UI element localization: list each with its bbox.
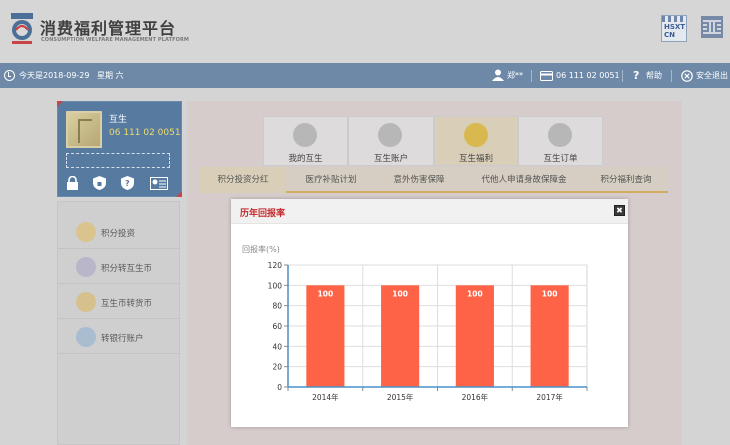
sidebar-item-label: 转银行账户: [101, 334, 144, 344]
annual-return-dialog: 历年回报率 ✖ 回报率(%) 0 20 40 60 80 100 120 100 2014年 100…: [231, 199, 628, 427]
bar-data-label: 100: [467, 289, 483, 298]
bank-card-icon: [76, 327, 96, 347]
user-icon: [492, 69, 504, 81]
date-text: 今天是2018-09-29: [19, 71, 90, 80]
header: 消费福利管理平台 CONSUMPTION WELFARE MANAGEMENT …: [0, 0, 730, 63]
help-icon[interactable]: ?: [633, 63, 639, 88]
user-name[interactable]: 郑**: [507, 63, 523, 88]
y-tick-label: 40: [272, 342, 282, 351]
subtab-accident-protection[interactable]: 意外伤害保障: [376, 167, 462, 193]
sidebar-menu: 积分投资 积分转互生币 互生币转货币 转银行账户: [57, 201, 180, 445]
y-tick-label: 20: [272, 363, 282, 372]
profile-actions: ?: [66, 176, 174, 191]
tab-label: 互生订单: [543, 154, 578, 164]
tab-hs-orders[interactable]: 互生订单: [518, 116, 603, 166]
sidebar-item-label: 积分投资: [101, 229, 136, 239]
brand-subtitle: CONSUMPTION WELFARE MANAGEMENT PLATFORM: [41, 37, 189, 43]
x-tick-label: 2016年: [462, 392, 489, 402]
subtab-death-benefit[interactable]: 代他人申请身故保障金: [464, 167, 584, 193]
tab-hs-welfare[interactable]: 互生福利: [434, 116, 518, 166]
profile-number: 06 111 02 0051: [109, 128, 181, 138]
bar: [306, 285, 345, 387]
logo-icon: [11, 13, 33, 44]
tab-my-hs[interactable]: 我的互生: [263, 116, 348, 166]
sidebar-item-points-invest[interactable]: 积分投资: [58, 215, 179, 249]
account-icon: [378, 123, 402, 147]
y-tick-label: 100: [268, 281, 283, 290]
subtab-medical-subsidy[interactable]: 医疗补贴计划: [288, 167, 374, 193]
qr-code-icon[interactable]: [701, 16, 723, 38]
y-tick-label: 60: [272, 322, 282, 331]
tab-hs-account[interactable]: 互生账户: [348, 116, 434, 166]
y-tick-label: 80: [272, 302, 282, 311]
corner-accent: [57, 101, 63, 107]
card-number: 06 111 02 0051: [556, 71, 620, 80]
bar-data-label: 100: [318, 289, 334, 298]
y-tick-label: 120: [268, 261, 283, 270]
bar-data-label: 100: [542, 289, 558, 298]
sidebar-item-label: 积分转互生币: [101, 264, 153, 274]
convert-icon: [76, 292, 96, 312]
lock-icon[interactable]: [66, 176, 79, 190]
id-card-icon[interactable]: [150, 177, 168, 190]
logout-link[interactable]: 安全退出: [696, 63, 728, 88]
divider: [622, 70, 623, 82]
sidebar-item-points-to-coin[interactable]: 积分转互生币: [58, 250, 179, 284]
weekday-text: 星期 六: [97, 71, 124, 80]
x-tick-label: 2015年: [387, 392, 414, 402]
clock-icon: [4, 70, 15, 81]
user-icon: [293, 123, 317, 147]
tab-label: 我的互生: [288, 154, 323, 164]
profile-card: 互生 06 111 02 0051 ?: [57, 101, 182, 197]
y-tick-label: 0: [277, 383, 282, 392]
divider: [671, 70, 672, 82]
card-icon: [540, 71, 553, 81]
svg-text:?: ?: [125, 179, 130, 188]
help-link[interactable]: 帮助: [646, 63, 662, 88]
hsxt-badge-icon[interactable]: HSXT CN: [661, 15, 687, 42]
avatar[interactable]: [66, 111, 102, 148]
order-icon: [548, 123, 572, 147]
shield-lock-icon[interactable]: [93, 176, 106, 190]
bar: [455, 285, 494, 387]
gift-icon: [464, 123, 488, 147]
brand-title: 消费福利管理平台: [40, 19, 177, 38]
return-rate-chart: 回报率(%) 0 20 40 60 80 100 120 100 2014年 100 2015年 100…: [242, 244, 588, 402]
subtab-points-dividend[interactable]: 积分投资分红: [200, 167, 286, 193]
bar: [530, 285, 569, 387]
sidebar-item-bank-transfer[interactable]: 转银行账户: [58, 320, 179, 354]
y-axis-label: 回报率(%): [242, 244, 280, 254]
coin-icon: [76, 222, 96, 242]
bar: [381, 285, 420, 387]
profile-name: 互生: [109, 115, 128, 125]
divider: [531, 70, 532, 82]
hsxt-badge-text: HSXT CN: [664, 23, 686, 39]
x-tick-label: 2017年: [536, 392, 563, 402]
sub-tab-bar: 积分投资分红 医疗补贴计划 意外伤害保障 代他人申请身故保障金 积分福利查询: [200, 167, 668, 193]
sidebar-item-coin-to-currency[interactable]: 互生币转货币: [58, 285, 179, 319]
bar-data-label: 100: [392, 289, 408, 298]
x-tick-label: 2014年: [312, 392, 339, 402]
subtab-welfare-query[interactable]: 积分福利查询: [584, 167, 668, 193]
tab-label: 互生账户: [373, 154, 408, 164]
exchange-icon: [76, 257, 96, 277]
corner-accent: [176, 191, 182, 197]
shield-question-icon[interactable]: ?: [121, 176, 134, 190]
sidebar-item-label: 互生币转货币: [101, 299, 153, 309]
top-bar: 今天是2018-09-29 星期 六 郑** 06 111 02 0051 ? …: [0, 63, 730, 88]
profile-info-field[interactable]: [66, 153, 170, 168]
tab-label: 互生福利: [458, 154, 493, 164]
logout-icon[interactable]: [681, 70, 693, 82]
